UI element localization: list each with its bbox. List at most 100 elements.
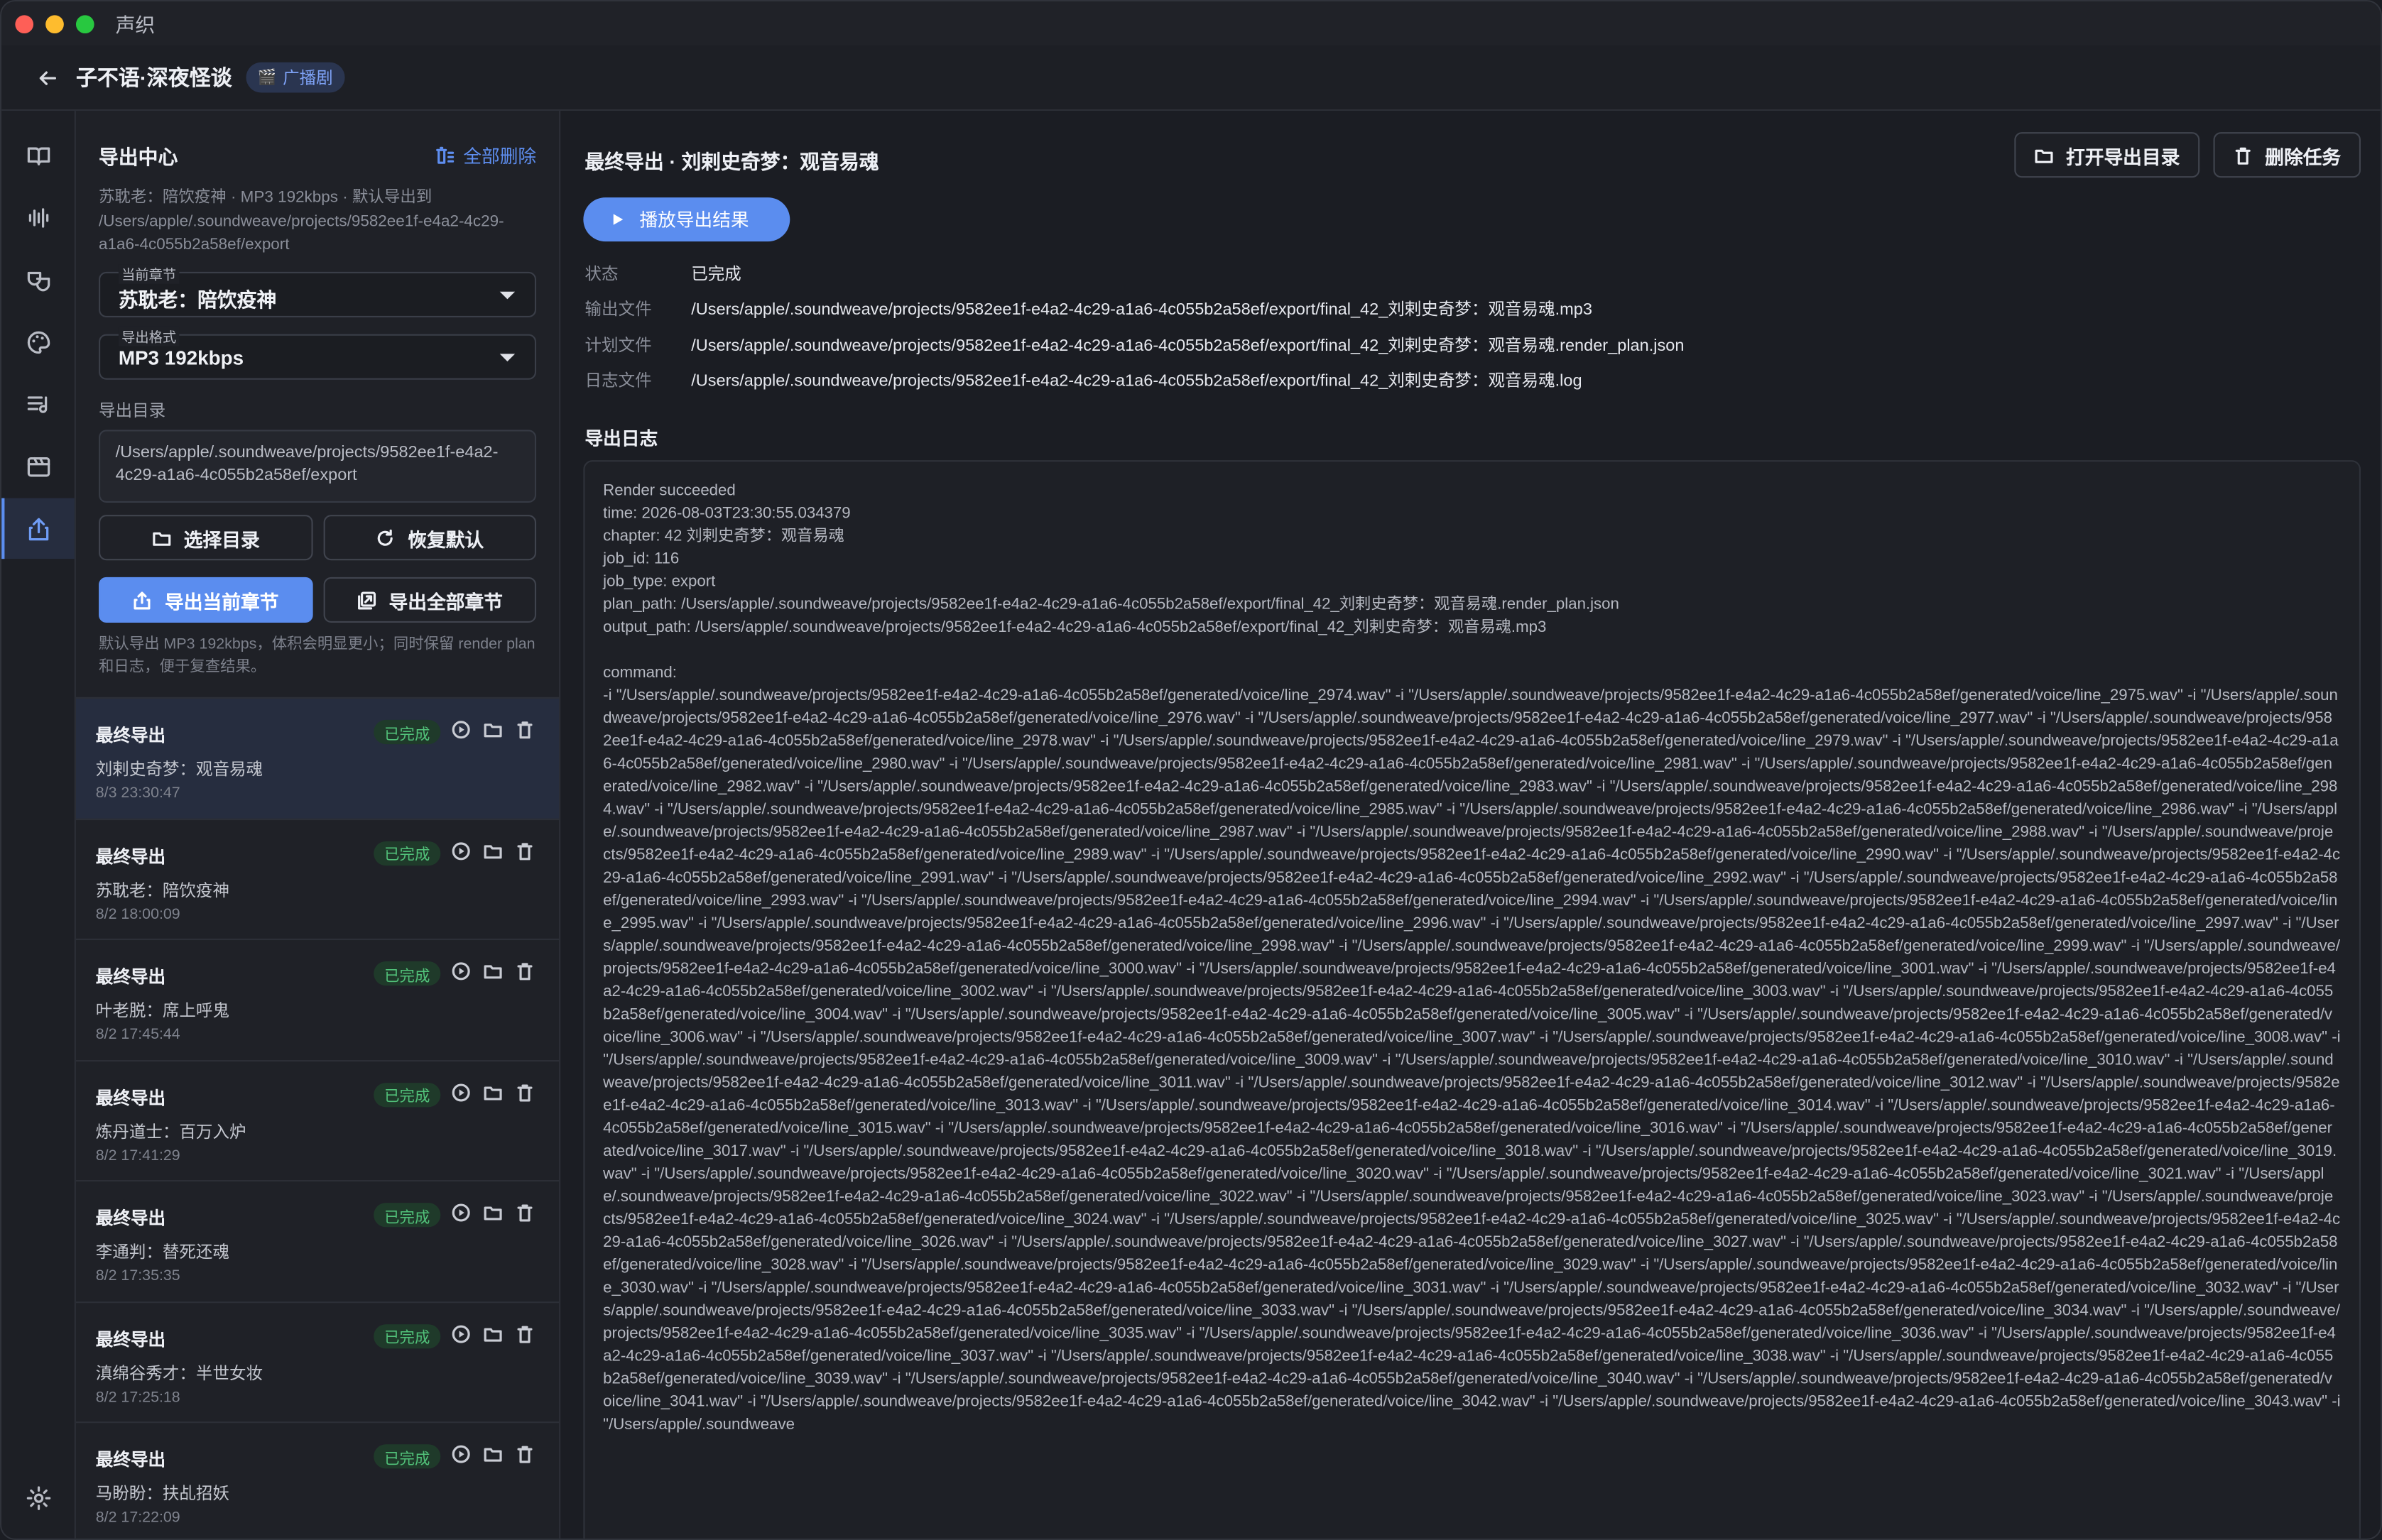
format-select[interactable]: 导出格式 MP3 192kbps bbox=[99, 326, 537, 380]
task-actions bbox=[451, 961, 535, 981]
trash-icon bbox=[517, 842, 533, 860]
play-task-button[interactable] bbox=[451, 841, 471, 861]
play-circle-icon bbox=[452, 1083, 470, 1101]
open-task-folder-button[interactable] bbox=[483, 1323, 503, 1343]
log-viewer[interactable]: Render succeeded time: 2026-08-03T23:30:… bbox=[583, 460, 2361, 1539]
status-badge: 已完成 bbox=[374, 961, 441, 986]
window-controls bbox=[15, 14, 94, 33]
open-task-folder-button[interactable] bbox=[483, 1082, 503, 1102]
status-badge: 已完成 bbox=[374, 1323, 441, 1348]
open-task-folder-button[interactable] bbox=[483, 841, 503, 861]
trash-icon bbox=[517, 1446, 533, 1463]
playlist-icon bbox=[26, 395, 47, 413]
task-actions bbox=[451, 1444, 535, 1464]
play-task-button[interactable] bbox=[451, 1444, 471, 1464]
field-value: /Users/apple/.soundweave/projects/9582ee… bbox=[691, 300, 1592, 320]
nav-characters[interactable] bbox=[1, 249, 75, 310]
play-task-button[interactable] bbox=[451, 720, 471, 740]
delete-all-button[interactable]: 全部删除 bbox=[435, 143, 536, 168]
trash-icon bbox=[517, 1325, 533, 1343]
palette-icon bbox=[26, 330, 50, 354]
nav-playlist[interactable] bbox=[1, 373, 75, 435]
delete-task-item-button[interactable] bbox=[515, 1082, 535, 1102]
play-task-button[interactable] bbox=[451, 961, 471, 981]
delete-task-button[interactable]: 删除任务 bbox=[2213, 132, 2361, 178]
export-current-label: 导出当前章节 bbox=[165, 591, 279, 613]
task-detail-panel: 最终导出 · 刘剌史奇梦：观音易魂 打开导出目录 删除任务 播放导出结果 状态 … bbox=[560, 111, 2381, 1539]
nav-export[interactable] bbox=[1, 498, 75, 559]
nav-settings[interactable] bbox=[1, 1467, 75, 1528]
gear-icon bbox=[26, 1485, 50, 1509]
nav-voice[interactable] bbox=[1, 187, 75, 248]
task-chapter: 马盼盼：扶乩招妖 bbox=[95, 1485, 229, 1504]
field-value: 已完成 bbox=[691, 266, 741, 284]
task-time: 8/2 18:00:09 bbox=[95, 905, 180, 923]
task-row[interactable]: 最终导出 已完成 叶老脱：席上呼鬼 8/2 17:45:44 bbox=[75, 938, 560, 1059]
restore-default-button[interactable]: 恢复默认 bbox=[323, 515, 537, 561]
open-task-folder-button[interactable] bbox=[483, 720, 503, 740]
play-result-label: 播放导出结果 bbox=[639, 209, 749, 231]
export-center-panel: 导出中心 全部删除 苏耽老：陪饮疫神 · MP3 192kbps · 默认导出到… bbox=[75, 111, 561, 1539]
stack-export-icon bbox=[358, 591, 376, 609]
open-task-folder-button[interactable] bbox=[483, 961, 503, 981]
app-name: 声织 bbox=[115, 13, 156, 37]
task-row[interactable]: 最终导出 已完成 炼丹道士：百万入炉 8/2 17:41:29 bbox=[75, 1059, 560, 1180]
clapper-icon: 🎬 bbox=[257, 69, 277, 86]
nav-timeline[interactable] bbox=[1, 436, 75, 497]
export-all-button[interactable]: 导出全部章节 bbox=[323, 577, 537, 623]
task-time: 8/2 17:25:18 bbox=[95, 1389, 180, 1406]
folder-icon bbox=[2035, 148, 2053, 163]
nav-style[interactable] bbox=[1, 311, 75, 372]
delete-task-item-button[interactable] bbox=[515, 961, 535, 981]
task-time: 8/2 17:45:44 bbox=[95, 1026, 180, 1044]
task-list: 最终导出 已完成 刘剌史奇梦：观音易魂 8/3 23:30:47 最终导出 已完成 苏耽老：… bbox=[75, 697, 560, 1539]
open-task-folder-button[interactable] bbox=[483, 1444, 503, 1464]
detail-title: 最终导出 · 刘剌史奇梦：观音易魂 bbox=[584, 150, 879, 173]
play-circle-icon bbox=[452, 721, 470, 739]
refresh-icon bbox=[378, 528, 393, 545]
trash-icon bbox=[517, 721, 533, 739]
field-value: /Users/apple/.soundweave/projects/9582ee… bbox=[691, 337, 1685, 356]
book-icon bbox=[26, 146, 50, 165]
task-row[interactable]: 最终导出 已完成 马盼盼：扶乩招妖 8/2 17:22:09 bbox=[75, 1421, 560, 1539]
task-time: 8/2 17:22:09 bbox=[95, 1509, 180, 1527]
task-row[interactable]: 最终导出 已完成 刘剌史奇梦：观音易魂 8/3 23:30:47 bbox=[75, 697, 560, 818]
masks-icon bbox=[26, 271, 50, 291]
field-key: 输出文件 bbox=[584, 300, 652, 320]
folder-icon bbox=[484, 723, 502, 738]
task-row[interactable]: 最终导出 已完成 李通判：替死还魂 8/2 17:35:35 bbox=[75, 1180, 560, 1301]
delete-task-item-button[interactable] bbox=[515, 841, 535, 861]
nav-script[interactable] bbox=[1, 124, 75, 185]
trash-icon bbox=[517, 963, 533, 981]
close-window-button[interactable] bbox=[15, 14, 34, 33]
minimize-window-button[interactable] bbox=[45, 14, 64, 33]
export-all-label: 导出全部章节 bbox=[388, 591, 504, 613]
field-key: 状态 bbox=[584, 266, 619, 284]
open-export-dir-button[interactable]: 打开导出目录 bbox=[2014, 132, 2200, 178]
play-task-button[interactable] bbox=[451, 1203, 471, 1223]
task-title: 最终导出 bbox=[95, 848, 166, 867]
chapter-select[interactable]: 当前章节 苏耽老：陪饮疫神 bbox=[99, 264, 537, 318]
export-dir-field[interactable]: /Users/apple/.soundweave/projects/9582ee… bbox=[99, 430, 537, 503]
export-icon bbox=[28, 517, 48, 540]
delete-task-item-button[interactable] bbox=[515, 1444, 535, 1464]
choose-dir-button[interactable]: 选择目录 bbox=[99, 515, 313, 561]
delete-task-item-button[interactable] bbox=[515, 1323, 535, 1343]
export-current-button[interactable]: 导出当前章节 bbox=[99, 577, 313, 623]
back-button[interactable] bbox=[32, 62, 62, 93]
zoom-window-button[interactable] bbox=[75, 14, 94, 33]
task-row[interactable]: 最终导出 已完成 滇绵谷秀才：半世女妆 8/2 17:25:18 bbox=[75, 1301, 560, 1421]
delete-task-item-button[interactable] bbox=[515, 1203, 535, 1223]
play-task-button[interactable] bbox=[451, 1323, 471, 1343]
project-type-badge: 🎬 广播剧 bbox=[245, 62, 345, 93]
open-task-folder-button[interactable] bbox=[483, 1203, 503, 1223]
log-title: 导出日志 bbox=[584, 428, 658, 450]
badge-label: 广播剧 bbox=[283, 70, 333, 89]
play-result-button[interactable]: 播放导出结果 bbox=[583, 197, 790, 242]
task-row[interactable]: 最终导出 已完成 苏耽老：陪饮疫神 8/2 18:00:09 bbox=[75, 817, 560, 939]
delete-task-item-button[interactable] bbox=[515, 720, 535, 740]
play-task-button[interactable] bbox=[451, 1082, 471, 1102]
chevron-down-icon bbox=[499, 291, 516, 300]
trash-icon bbox=[517, 1204, 533, 1222]
task-title: 最终导出 bbox=[95, 968, 166, 988]
